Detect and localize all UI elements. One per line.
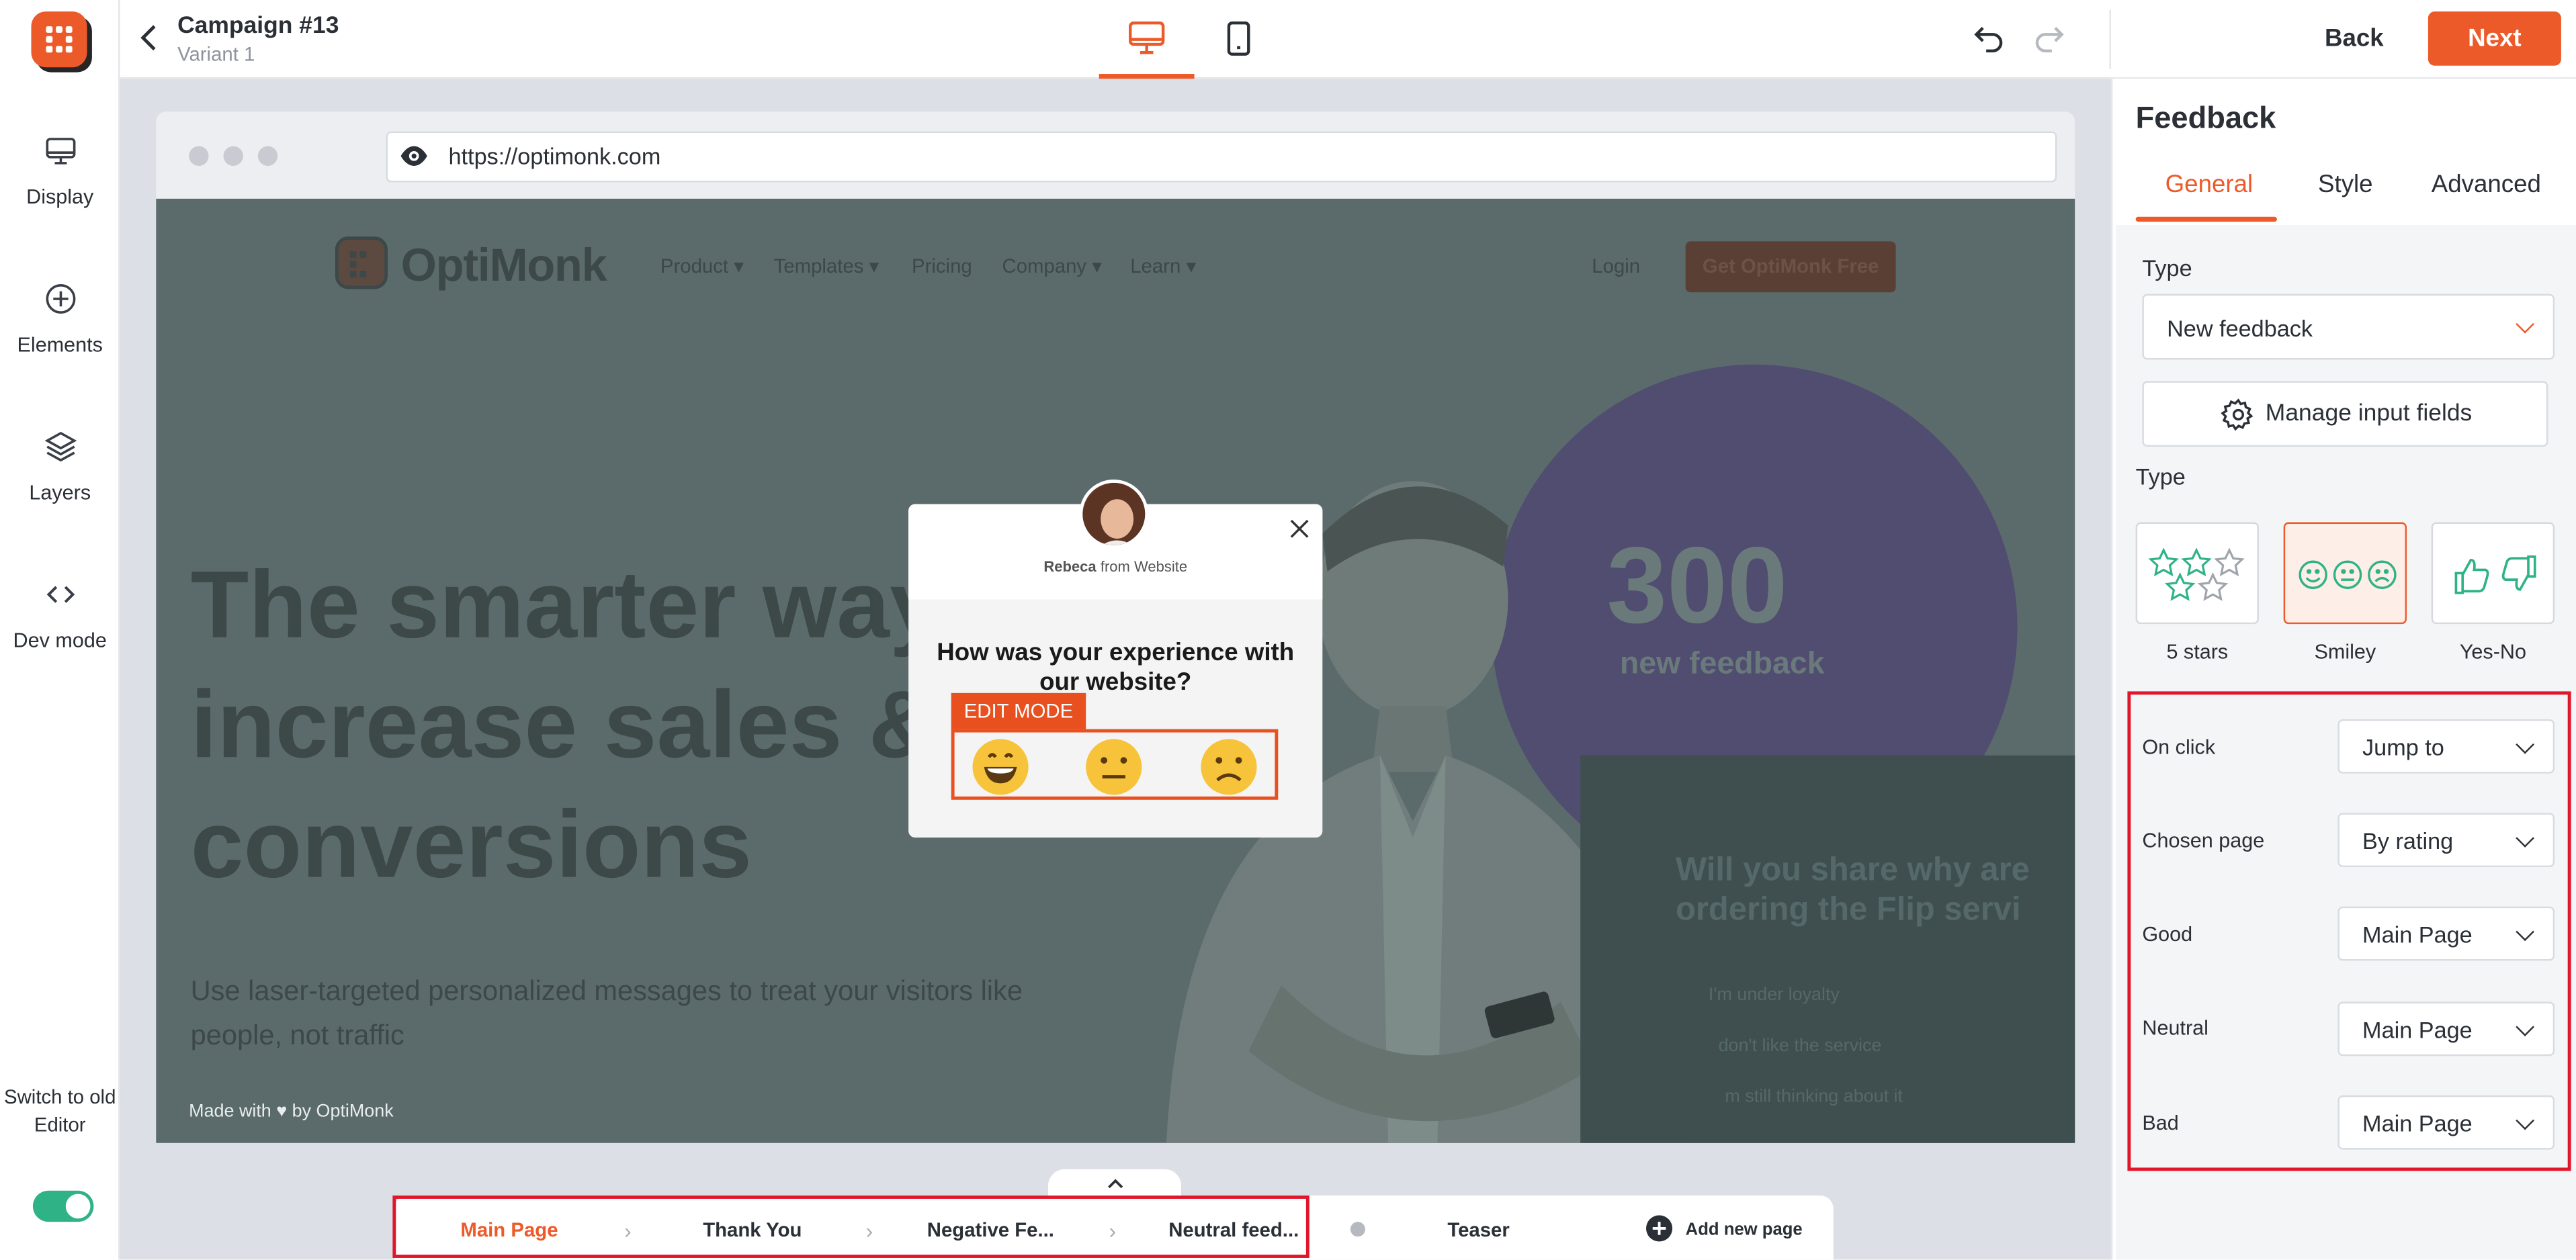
smiley-neutral-icon[interactable] — [1082, 735, 1145, 798]
stars-icon — [2148, 547, 2245, 601]
code-icon — [46, 586, 75, 603]
type-option-smiley[interactable] — [2283, 522, 2407, 625]
mobile-icon — [1227, 21, 1250, 56]
site-menu-learn: Learn ▾ — [1130, 254, 1197, 278]
desktop-icon — [1129, 21, 1165, 54]
sidebar-item-elements[interactable]: Elements — [0, 281, 120, 357]
made-with-label: Made with ♥ by OptiMonk — [189, 1101, 394, 1122]
eye-icon[interactable] — [399, 144, 429, 167]
back-arrow-icon[interactable] — [140, 23, 159, 52]
tab-advanced[interactable]: Advanced — [2432, 171, 2541, 199]
teaser-dot — [1350, 1222, 1365, 1237]
hero-subtitle: Use laser-targeted personalized messages… — [190, 975, 1023, 1051]
switch-editor-label: Switch to old Editor — [4, 1085, 116, 1136]
survey-panel — [1580, 755, 2075, 1143]
gear-icon — [2221, 398, 2253, 431]
type-option-label: 5 stars — [2166, 640, 2229, 664]
tab-teaser[interactable]: Teaser — [1413, 1218, 1545, 1241]
variant-name: Variant 1 — [177, 42, 255, 66]
tab-style[interactable]: Style — [2318, 171, 2373, 199]
plus-circle-icon — [45, 284, 75, 314]
site-menu-templates: Templates ▾ — [773, 254, 879, 278]
add-page-icon[interactable] — [1645, 1215, 1673, 1242]
window-dot — [257, 146, 278, 166]
type-label: Type — [2142, 254, 2192, 281]
site-logo-icon — [335, 236, 388, 289]
survey-option: don't like the service — [1718, 1036, 1882, 1056]
top-bar — [120, 0, 2576, 79]
site-logo-text: OptiMonk — [400, 239, 607, 291]
smileys-icon — [2299, 560, 2397, 590]
type-options-label: Type — [2135, 463, 2186, 490]
type-option-yes-no[interactable] — [2431, 522, 2555, 625]
sidebar-item-label: Dev mode — [13, 629, 107, 652]
chevron-down-icon — [2516, 314, 2534, 334]
switch-editor-toggle[interactable] — [32, 1190, 94, 1222]
survey-option: I'm under loyalty — [1708, 985, 1840, 1005]
site-menu-product: Product ▾ — [660, 254, 744, 278]
smiley-happy-icon[interactable] — [970, 735, 1032, 798]
site-menu-pricing: Pricing — [912, 254, 972, 278]
avatar — [1079, 479, 1149, 549]
tab-general[interactable]: General — [2165, 171, 2253, 199]
site-login: Login — [1592, 254, 1641, 278]
redo-icon[interactable] — [2032, 23, 2065, 52]
site-cta-button: Get OptiMonk Free — [1685, 241, 1896, 293]
edit-mode-badge: EDIT MODE — [951, 692, 1086, 729]
chevron-up-icon — [1108, 1179, 1123, 1189]
sidebar-item-label: Layers — [29, 481, 91, 504]
popup-author: Rebeca from Website — [1043, 558, 1188, 575]
type-option-label: Smiley — [2314, 640, 2376, 664]
type-select[interactable]: New feedback — [2142, 294, 2555, 360]
thumbs-icon — [2454, 555, 2536, 594]
sidebar-item-dev-mode[interactable]: Dev mode — [0, 576, 120, 652]
campaign-title: Campaign #13 — [177, 13, 339, 40]
sidebar-item-layers[interactable]: Layers — [0, 429, 120, 504]
undo-icon[interactable] — [1973, 23, 2006, 52]
sidebar-item-label: Elements — [17, 333, 103, 357]
app-logo-icon[interactable] — [31, 11, 87, 68]
mobile-view-tab[interactable] — [1191, 0, 1287, 79]
monitor-icon — [45, 138, 75, 165]
site-menu-company: Company ▾ — [1002, 254, 1102, 278]
next-button[interactable]: Next — [2428, 11, 2561, 66]
divider — [2109, 9, 2111, 69]
panel-title: Feedback — [2135, 100, 2276, 135]
window-dot — [189, 146, 209, 166]
desktop-view-tab[interactable] — [1099, 0, 1195, 79]
smiley-sad-icon[interactable] — [1197, 735, 1260, 798]
add-new-page-button[interactable]: Add new page — [1686, 1220, 1803, 1240]
highlight-box-pages — [392, 1196, 1310, 1258]
active-tab-indicator — [2135, 216, 2277, 222]
close-icon[interactable] — [1287, 516, 1313, 542]
back-button[interactable]: Back — [2308, 13, 2400, 66]
url-text: https://optimonk.com — [448, 142, 661, 169]
type-option-5-stars[interactable] — [2135, 522, 2260, 625]
highlight-box-settings — [2127, 691, 2571, 1171]
survey-question: Will you share why are ordering the Flip … — [1676, 852, 2030, 928]
sidebar-item-label: Display — [26, 185, 94, 209]
window-dot — [223, 146, 243, 166]
layers-icon — [44, 431, 77, 462]
type-option-label: Yes-No — [2459, 640, 2526, 664]
manage-input-fields-button[interactable]: Manage input fields — [2142, 381, 2548, 447]
sidebar-item-display[interactable]: Display — [0, 133, 120, 209]
survey-option: m still thinking about it — [1725, 1087, 1903, 1107]
popup-question: How was your experience with our website… — [937, 639, 1295, 696]
